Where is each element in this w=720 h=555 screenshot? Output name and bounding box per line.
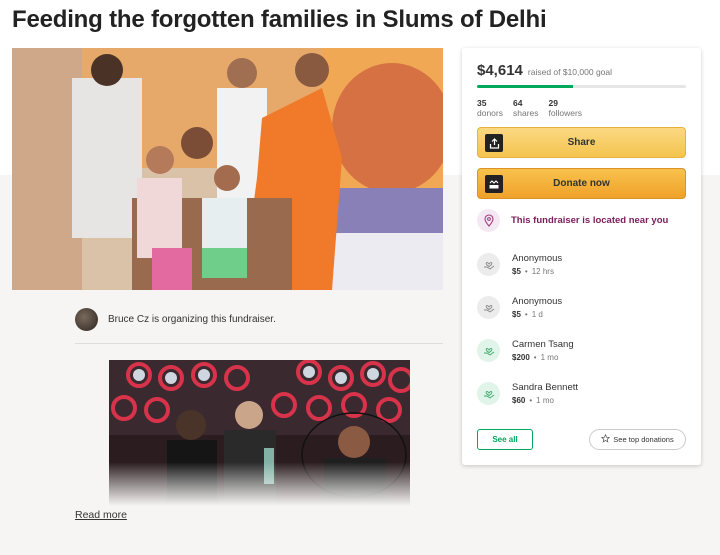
stat-value: 64 [513,98,523,108]
progress-fill [477,85,574,88]
stat-label: shares [513,108,539,118]
stat-shares: 64 shares [513,98,539,118]
location-pin-icon [477,209,500,232]
see-all-button[interactable]: See all [477,429,533,450]
hero-photo[interactable] [12,48,443,290]
share-icon [485,134,503,152]
page-title: Feeding the forgotten families in Slums … [12,6,547,33]
organizer-row: Bruce Cz is organizing this fundraiser. [75,305,443,344]
stat-label: donors [477,108,503,118]
donate-button[interactable]: Donate now [477,168,686,199]
organizer-text: Bruce Cz is organizing this fundraiser. [108,313,276,325]
stat-value: 29 [548,98,558,108]
donation-time: 1 mo [536,396,554,405]
see-top-donations-button[interactable]: See top donations [589,429,686,450]
amount-raised: $4,614 [477,62,523,79]
donation-time: 1 mo [540,353,559,362]
organizer-avatar[interactable] [75,307,98,331]
stat-label: followers [548,108,583,118]
donation-time: 1 d [531,310,543,319]
donate-icon [485,175,503,193]
donation-time: 12 hrs [531,267,554,276]
donor-name: Sandra Bennett [512,382,579,393]
donation-meta: $60 • 1 mo [512,396,554,405]
stat-donors: 35 donors [477,98,503,118]
donation-card: $4,614 raised of $10,000 goal 35 donors … [462,48,701,465]
donation-amount: $5 [512,310,521,319]
donation-item: Carmen Tsang $200 • 1 mo [477,338,574,365]
donor-name: Anonymous [512,253,563,264]
donate-label: Donate now [553,178,610,189]
location-text: This fundraiser is located near you [511,215,669,226]
stat-followers: 29 followers [549,98,583,118]
story-photo [109,360,410,506]
donation-amount: $200 [512,353,530,362]
share-label: Share [567,137,596,148]
donation-amount: $60 [512,396,526,405]
top-donations-label: See top donations [613,435,674,444]
goal-text: raised of $10,000 goal [527,67,613,77]
read-more-link[interactable]: Read more [75,509,127,521]
donor-name: Anonymous [512,296,563,307]
hand-heart-icon [477,339,500,362]
donation-meta: $5 • 1 d [512,310,543,319]
donation-amount: $5 [512,267,521,276]
progress-bar [477,85,686,88]
location-notice: This fundraiser is located near you [477,209,668,232]
donor-name: Carmen Tsang [512,339,574,350]
hand-heart-icon [477,253,500,276]
stat-value: 35 [477,98,487,108]
hand-heart-icon [477,296,500,319]
donation-item: Anonymous $5 • 12 hrs [477,252,562,279]
star-icon [601,433,611,445]
share-button[interactable]: Share [477,127,686,158]
hand-heart-icon [477,382,500,405]
donation-meta: $200 • 1 mo [512,353,559,362]
donation-item: Sandra Bennett $60 • 1 mo [477,381,578,408]
amount-row: $4,614 raised of $10,000 goal [477,62,612,79]
donation-meta: $5 • 12 hrs [512,267,554,276]
stats-row: 35 donors 64 shares 29 followers [477,98,582,118]
donation-item: Anonymous $5 • 1 d [477,295,562,322]
